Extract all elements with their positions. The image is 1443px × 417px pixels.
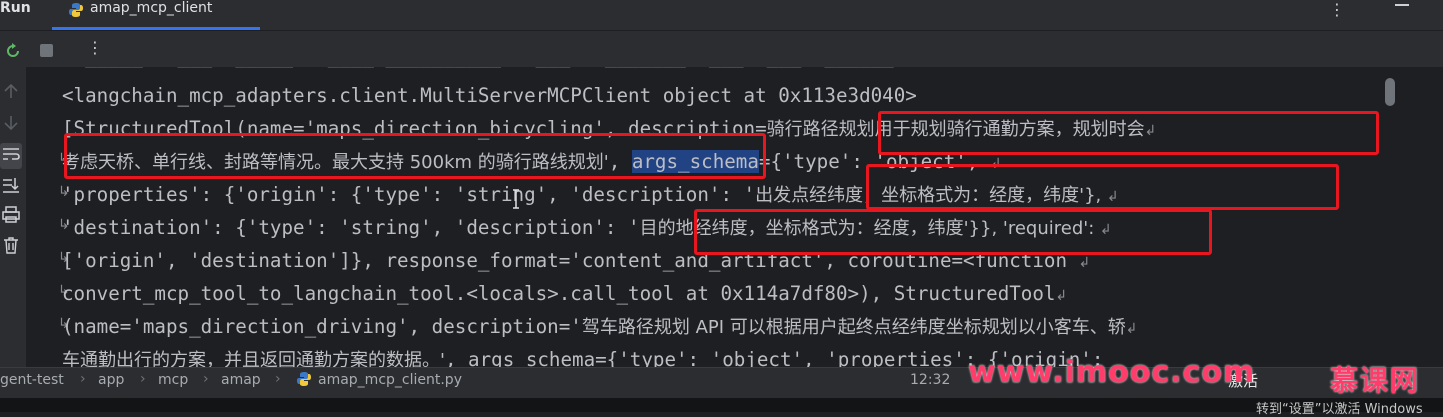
stop-icon[interactable] (40, 44, 53, 57)
active-tab-indicator (52, 27, 260, 30)
chevron-right-icon: › (80, 371, 86, 387)
scroll-down-icon[interactable] (0, 113, 22, 137)
taskbar-strip (0, 398, 1443, 412)
console-line: convert_mcp_tool_to_langchain_tool.<loca… (62, 282, 1068, 305)
rerun-icon[interactable] (4, 42, 22, 64)
more-options-icon[interactable]: ⋮ (1329, 0, 1345, 19)
console-line: (name='maps_direction_driving', descript… (62, 315, 1138, 338)
run-toolbar (0, 31, 1443, 67)
watermark-site: www.imooc.com (968, 355, 1256, 390)
trash-icon[interactable] (0, 235, 22, 259)
breadcrumb-item[interactable]: amap_mcp_client.py (318, 372, 462, 388)
mouse-cursor-icon (511, 189, 521, 213)
chevron-right-icon: › (203, 371, 209, 387)
highlight-box (694, 209, 1212, 255)
windows-activation-notice: 转到“设置”以激活 Windows (1256, 402, 1423, 417)
console-gutter (0, 67, 26, 367)
tab-amap-mcp-client[interactable]: amap_mcp_client (52, 0, 260, 30)
console-line: <langchain_mcp_adapters.client.MultiServ… (62, 84, 917, 107)
tool-window-title: Run (0, 0, 31, 16)
print-icon[interactable] (0, 205, 22, 229)
chevron-right-icon: › (275, 371, 281, 387)
soft-wrap-icon[interactable] (0, 143, 22, 169)
cut-off-line: / _____ / ___/ _____ / ____/__________ /… (62, 67, 917, 73)
highlight-box (866, 164, 1339, 210)
caret-position[interactable]: 12:32 (910, 372, 950, 388)
vertical-scrollbar[interactable] (1385, 78, 1395, 106)
breadcrumb-item[interactable]: gent-test (0, 372, 64, 388)
breadcrumb-item[interactable]: app (98, 372, 124, 388)
run-tool-window-header: Run amap_mcp_client ⋮ (0, 0, 1443, 31)
breadcrumb-item[interactable]: amap (221, 372, 261, 388)
highlight-box (878, 111, 1379, 155)
console-output[interactable]: / _____ / ___/ _____ / ____/__________ /… (26, 67, 1443, 367)
tab-label: amap_mcp_client (90, 0, 213, 16)
chevron-right-icon: › (140, 371, 146, 387)
toolbar-more-icon[interactable]: ⋮ (87, 38, 103, 57)
breadcrumb-item[interactable]: mcp (158, 372, 188, 388)
highlight-box (64, 133, 766, 179)
minimize-icon[interactable] (1395, 4, 1409, 6)
python-icon (68, 2, 84, 22)
scroll-up-icon[interactable] (0, 81, 22, 105)
scroll-to-end-icon[interactable] (0, 175, 22, 199)
console-line: 车通勤出行的方案，并且返回通勤方案的数据。', args_schema={'ty… (62, 348, 1115, 367)
watermark-brand: 慕课网 (1330, 364, 1421, 397)
python-file-icon (296, 371, 312, 391)
